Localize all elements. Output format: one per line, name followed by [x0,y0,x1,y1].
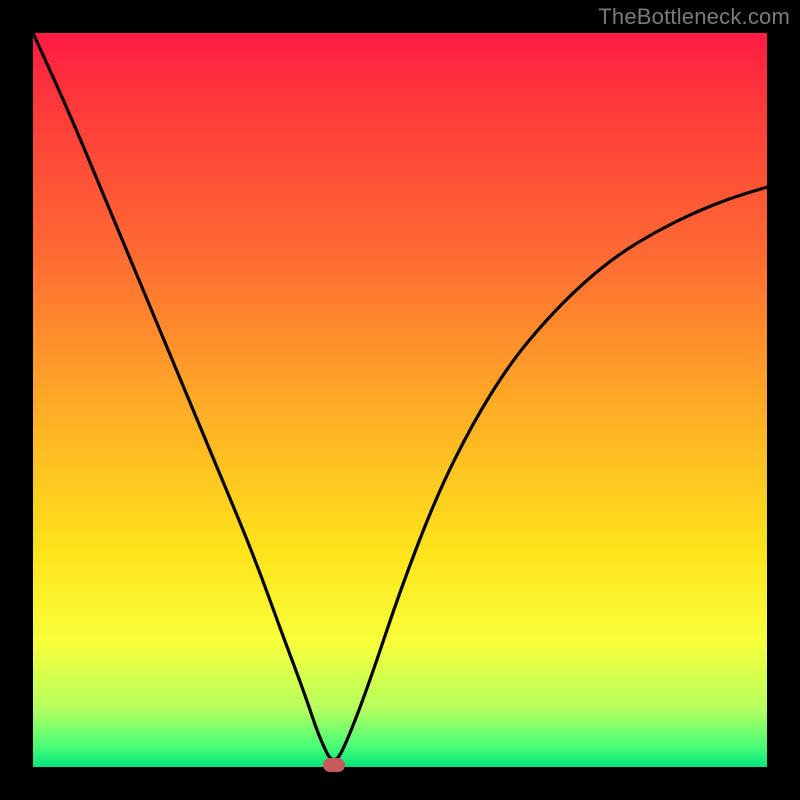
bottleneck-curve [33,33,767,767]
plot-area [33,33,767,767]
chart-frame: TheBottleneck.com [0,0,800,800]
watermark-text: TheBottleneck.com [598,4,790,30]
optimum-marker [323,758,345,772]
